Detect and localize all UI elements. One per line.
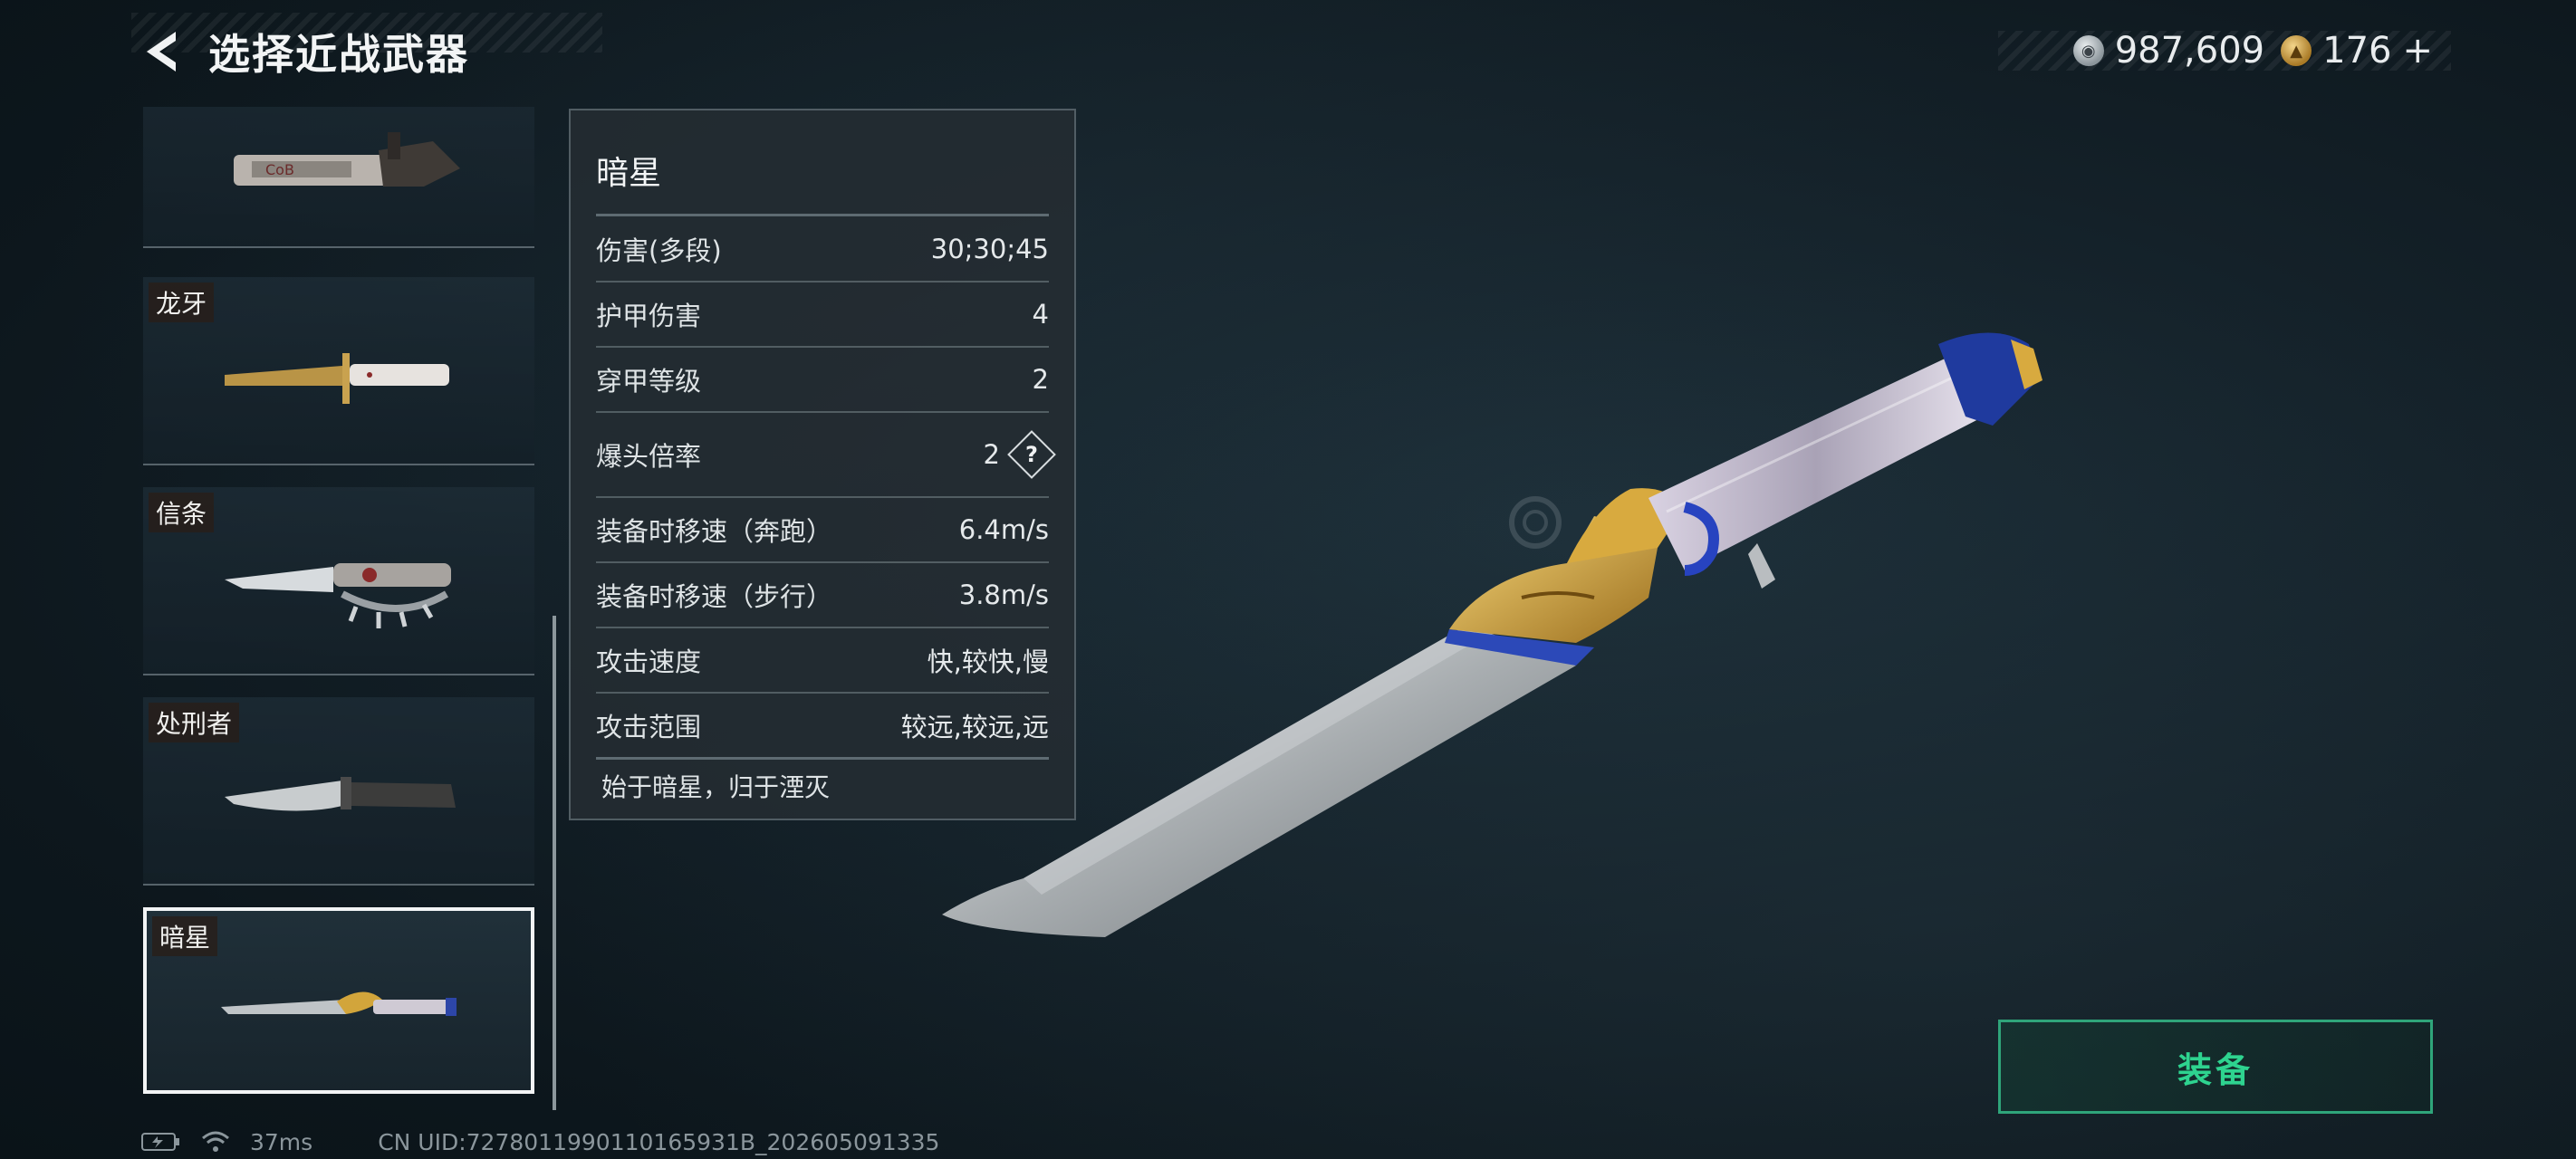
- page-title: 选择近战武器: [208, 30, 469, 79]
- weapon-description: 始于暗星，归于湮灭: [601, 772, 831, 802]
- stat-label: 装备时移速（步行）: [596, 581, 833, 612]
- silver-coin-icon: ◉: [2072, 35, 2104, 66]
- weapon-thumbnail: [221, 991, 457, 1016]
- svg-text:CoB: CoB: [265, 161, 294, 178]
- weapon-thumbnail: CoB: [234, 132, 460, 187]
- weapon-thumbnail: [225, 353, 449, 404]
- stat-value: 4: [1032, 299, 1049, 330]
- weapon-card-chainsaw[interactable]: CoB: [143, 107, 534, 248]
- gold-coin-icon: ▲: [2281, 35, 2312, 66]
- weapon-render[interactable]: [942, 326, 2065, 960]
- weapon-card-xintiao[interactable]: 信条: [143, 487, 534, 675]
- stat-label: 攻击范围: [596, 712, 702, 742]
- stat-label: 穿甲等级: [596, 366, 702, 397]
- currency-bar: ◉ 987,609 ▲ 176 +: [1998, 30, 2451, 72]
- gold-currency[interactable]: ▲ 176 +: [2281, 30, 2451, 72]
- weapon-card-anxing[interactable]: 暗星: [143, 907, 534, 1094]
- equip-button[interactable]: 装备: [1998, 1020, 2433, 1114]
- weapon-list-scrollbar[interactable]: [553, 616, 556, 1110]
- stat-row-damage: 伤害(多段) 30;30;45: [596, 217, 1049, 283]
- ping-value: 37ms: [250, 1128, 313, 1155]
- status-footer: 37ms CN UID:7278011990110165931B_2026050…: [141, 1126, 939, 1157]
- weapon-card-chuxingzhe[interactable]: 处刑者: [143, 697, 534, 886]
- stat-label: 护甲伤害: [596, 301, 702, 331]
- wifi-icon: [202, 1131, 229, 1152]
- header: 选择近战武器: [136, 20, 607, 83]
- battery-icon: [141, 1133, 179, 1151]
- back-arrow-icon: [147, 32, 176, 72]
- weapon-card-longya[interactable]: 龙牙: [143, 277, 534, 465]
- weapon-detail-name: 暗星: [596, 155, 662, 192]
- user-uid: CN UID:7278011990110165931B_202605091335: [378, 1128, 940, 1155]
- divider: [596, 214, 1049, 216]
- weapon-list[interactable]: CoB 龙牙 信条 处刑者 暗星: [143, 107, 538, 1103]
- silver-currency: ◉ 987,609: [2072, 30, 2265, 72]
- stat-label: 攻击速度: [596, 647, 702, 677]
- back-button[interactable]: [136, 24, 190, 79]
- stat-label: 装备时移速（奔跑）: [596, 516, 833, 547]
- weapon-thumbnail: [225, 777, 456, 811]
- add-gold-button[interactable]: +: [2402, 30, 2433, 72]
- gold-amount: 176: [2322, 30, 2392, 72]
- stat-label: 爆头倍率: [596, 441, 702, 472]
- equip-label: 装备: [2177, 1049, 2254, 1090]
- weapon-thumbnail: [225, 563, 451, 628]
- stat-value: 30;30;45: [930, 234, 1049, 264]
- silver-amount: 987,609: [2114, 30, 2265, 72]
- stat-label: 伤害(多段): [596, 235, 722, 266]
